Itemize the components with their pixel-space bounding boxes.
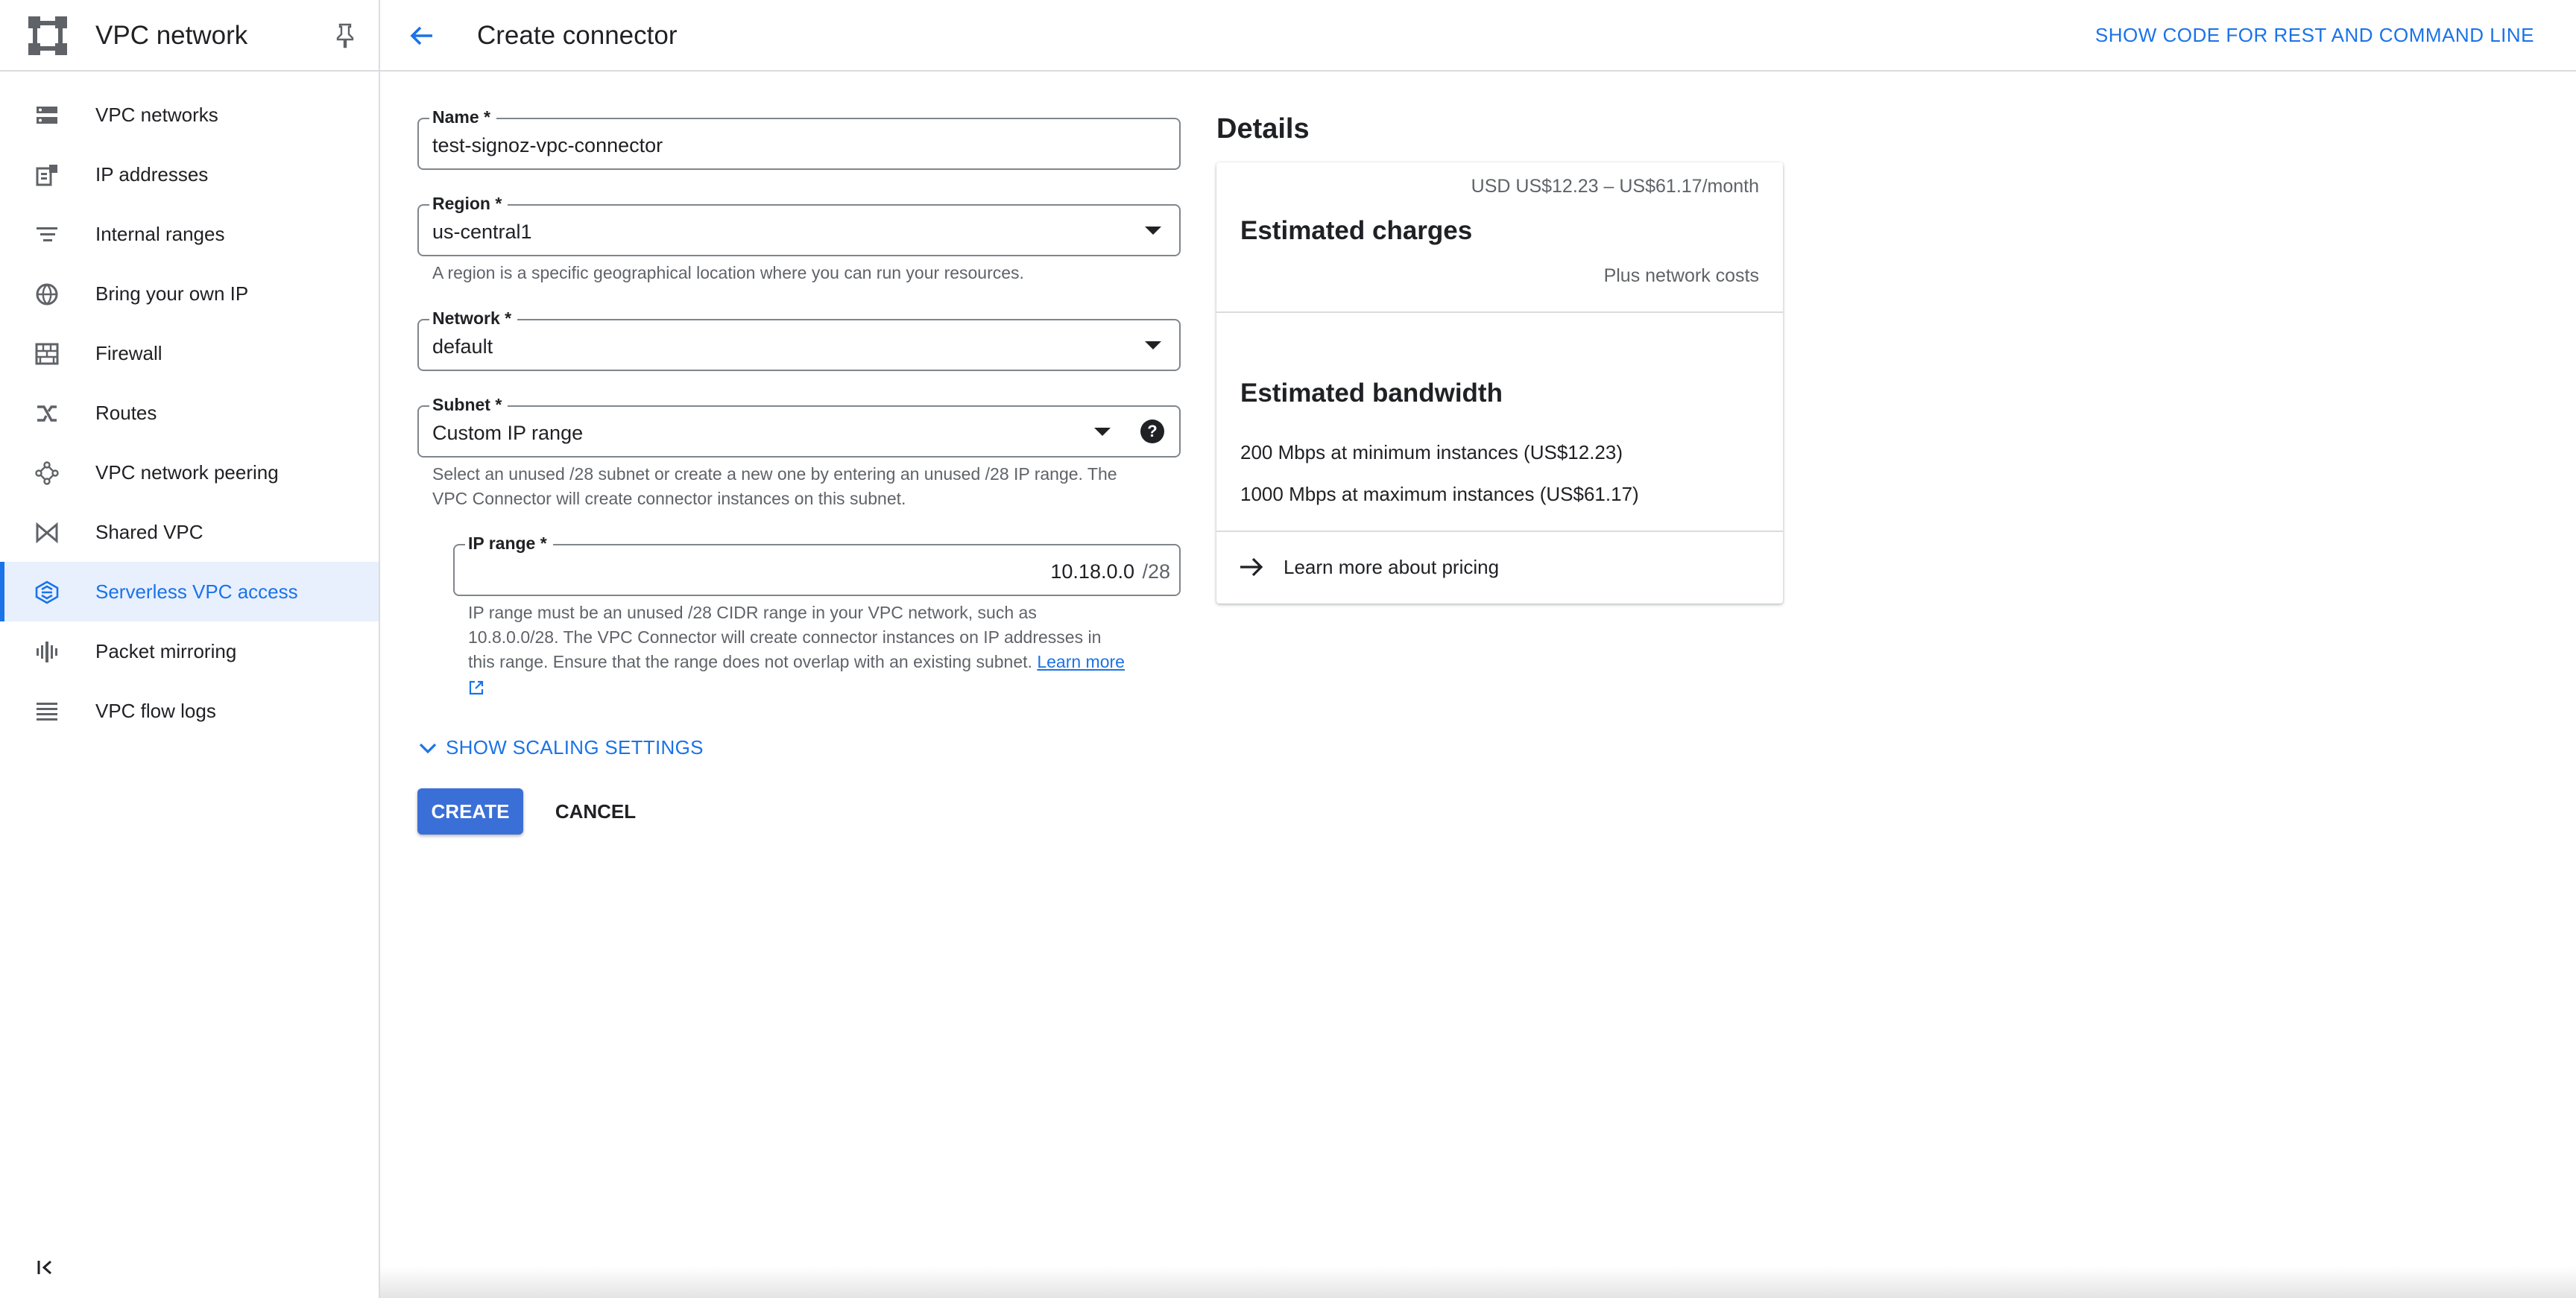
sidebar-item-shared-vpc[interactable]: Shared VPC	[0, 502, 379, 562]
network-select-value: default	[432, 335, 493, 358]
sidebar-item-internal-ranges[interactable]: Internal ranges	[0, 204, 379, 264]
details-title: Details	[1216, 113, 1310, 145]
ip-range-hint-line	[468, 674, 1125, 699]
create-button[interactable]: CREATE	[417, 788, 523, 835]
show-code-button[interactable]: SHOW CODE FOR REST AND COMMAND LINE	[2095, 24, 2534, 47]
ip-range-hint: IP range must be an unused /28 CIDR rang…	[468, 601, 1125, 699]
sidebar-item-label: Firewall	[95, 341, 162, 364]
price-range: USD US$12.23 – US$61.17/month	[1471, 176, 1759, 197]
ip-range-label: IP range *	[465, 534, 553, 554]
bottom-shadow	[380, 1267, 2576, 1298]
ip-addresses-icon	[36, 165, 57, 186]
vpc-networks-icon	[37, 107, 57, 124]
dropdown-arrow-icon	[1094, 428, 1111, 436]
sidebar-item-firewall[interactable]: Firewall	[0, 323, 379, 383]
help-icon[interactable]: ?	[1140, 420, 1164, 443]
cancel-button[interactable]: CANCEL	[547, 788, 644, 835]
region-select-value: us-central1	[432, 221, 532, 243]
serverless-icon	[35, 580, 59, 604]
pricing-card: USD US$12.23 – US$61.17/month Estimated …	[1216, 162, 1783, 604]
dropdown-arrow-icon	[1145, 341, 1161, 349]
sidebar-header: VPC network	[0, 0, 379, 72]
network-select-label: Network *	[429, 308, 518, 329]
sidebar-item-bring-your-own-ip[interactable]: Bring your own IP	[0, 264, 379, 323]
sidebar-item-serverless-vpc-access[interactable]: Serverless VPC access	[0, 562, 379, 621]
subnet-hint: Select an unused /28 subnet or create a …	[432, 462, 1117, 511]
external-link-icon[interactable]	[468, 680, 484, 696]
estimated-bandwidth-heading: Estimated bandwidth	[1240, 379, 1503, 408]
packet-mirroring-icon	[37, 642, 57, 662]
sidebar-item-routes[interactable]: Routes	[0, 383, 379, 443]
back-arrow-icon[interactable]	[407, 21, 437, 51]
sidebar-item-label: Serverless VPC access	[95, 580, 298, 603]
sidebar-item-vpc-flow-logs[interactable]: VPC flow logs	[0, 681, 379, 741]
sidebar-item-vpc-network-peering[interactable]: VPC network peering	[0, 443, 379, 502]
chevron-down-icon	[419, 743, 437, 753]
subnet-select-value: Custom IP range	[432, 422, 584, 444]
sidebar-item-label: Packet mirroring	[95, 639, 237, 662]
network-select[interactable]: Network * default	[417, 308, 1181, 371]
estimated-charges-heading: Estimated charges	[1240, 216, 1473, 245]
show-scaling-settings-label: SHOW SCALING SETTINGS	[446, 736, 704, 759]
ip-range-input-value[interactable]: 10.18.0.0	[1050, 560, 1134, 583]
ip-range-hint-line: 10.8.0.0/28. The VPC Connector will crea…	[468, 627, 1102, 647]
sidebar-item-label: Bring your own IP	[95, 282, 249, 305]
network-costs-note: Plus network costs	[1603, 265, 1759, 286]
globe-icon	[36, 283, 58, 305]
sidebar-item-label: VPC network peering	[95, 460, 279, 484]
sidebar-item-ip-addresses[interactable]: IP addresses	[0, 145, 379, 204]
top-bar: Create connector SHOW CODE FOR REST AND …	[380, 0, 2576, 72]
sidebar-title: VPC network	[95, 21, 248, 50]
dropdown-arrow-icon	[1145, 227, 1161, 235]
ip-range-hint-text: this range. Ensure that the range does n…	[468, 652, 1032, 671]
show-scaling-settings-button[interactable]: SHOW SCALING SETTINGS	[417, 736, 704, 759]
region-select-label: Region *	[429, 194, 508, 214]
sidebar-item-label: VPC networks	[95, 103, 218, 126]
divider	[1216, 531, 1783, 532]
sidebar-item-label: IP addresses	[95, 162, 209, 186]
sidebar-nav: VPC networks IP addresses Internal range…	[0, 85, 379, 741]
arrow-right-icon	[1240, 557, 1263, 577]
sidebar-item-vpc-networks[interactable]: VPC networks	[0, 85, 379, 145]
name-field-label: Name *	[429, 107, 496, 127]
learn-more-pricing-label: Learn more about pricing	[1284, 555, 1500, 578]
peering-icon	[35, 461, 59, 485]
ip-range-field[interactable]: IP range * 10.18.0.0 /28	[453, 534, 1181, 596]
sidebar-item-packet-mirroring[interactable]: Packet mirroring	[0, 621, 379, 681]
sidebar-item-label: VPC flow logs	[95, 699, 216, 722]
learn-more-link[interactable]: Learn more	[1037, 652, 1125, 671]
bandwidth-min: 200 Mbps at minimum instances (US$12.23)	[1240, 441, 1623, 463]
page-title: Create connector	[477, 21, 678, 50]
firewall-icon	[35, 343, 59, 365]
bandwidth-max: 1000 Mbps at maximum instances (US$61.17…	[1240, 483, 1639, 505]
learn-more-pricing-link[interactable]: Learn more about pricing	[1237, 553, 1499, 581]
flow-logs-icon	[37, 703, 57, 721]
routes-icon	[37, 405, 57, 422]
ip-range-hint-line: this range. Ensure that the range does n…	[468, 650, 1125, 674]
name-field[interactable]: Name * test-signoz-vpc-connector	[417, 107, 1181, 170]
ip-range-suffix: /28	[1142, 560, 1170, 583]
pin-icon[interactable]	[334, 22, 356, 49]
internal-ranges-icon	[37, 227, 57, 241]
divider	[1216, 311, 1783, 313]
sidebar-item-label: Shared VPC	[95, 520, 203, 543]
subnet-hint-line: Select an unused /28 subnet or create a …	[432, 464, 1117, 484]
collapse-sidebar-icon[interactable]	[34, 1256, 57, 1279]
region-select[interactable]: Region * us-central1	[417, 194, 1181, 256]
sidebar-item-label: Routes	[95, 401, 157, 424]
vpc-network-logo-icon	[28, 16, 67, 55]
subnet-select[interactable]: Subnet * Custom IP range ?	[417, 395, 1181, 458]
sidebar-item-label: Internal ranges	[95, 222, 225, 245]
region-hint: A region is a specific geographical loca…	[432, 263, 1024, 282]
subnet-select-label: Subnet *	[429, 395, 508, 415]
sidebar: VPC network VPC networks IP addresses In…	[0, 0, 380, 1298]
ip-range-hint-line: IP range must be an unused /28 CIDR rang…	[468, 603, 1037, 622]
shared-vpc-icon	[36, 522, 58, 544]
name-input-value[interactable]: test-signoz-vpc-connector	[432, 134, 663, 157]
subnet-hint-line: VPC Connector will create connector inst…	[432, 489, 906, 508]
